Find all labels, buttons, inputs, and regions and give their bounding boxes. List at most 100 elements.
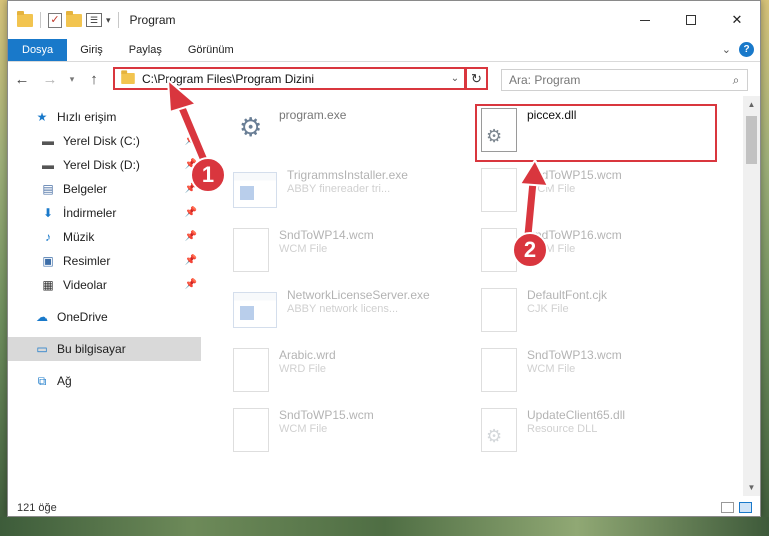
address-dropdown-chevron-icon[interactable]: ⌄	[446, 73, 464, 84]
pin-icon[interactable]: 📌	[185, 135, 197, 146]
window-controls: ✕	[622, 1, 760, 39]
file-tile[interactable]: SndToWP15.wcm WCM File	[461, 162, 699, 222]
large-icons-view-icon[interactable]	[739, 502, 752, 513]
tab-file[interactable]: Dosya	[8, 39, 68, 61]
address-path[interactable]: C:\Program Files\Program Dizini	[142, 72, 446, 86]
scroll-thumb[interactable]	[746, 116, 757, 164]
file-type: WCM File	[527, 363, 576, 375]
address-bar[interactable]: C:\Program Files\Program Dizini ⌄	[113, 67, 466, 90]
file-tile[interactable]: TrigrammsInstaller.exe ABBY finereader tr…	[213, 162, 451, 222]
dll-file-icon	[481, 408, 517, 452]
file-tile[interactable]: SndToWP16.wcm WCM File	[461, 222, 699, 282]
sidebar-item-label: Videolar	[63, 278, 107, 292]
folder-icon	[17, 10, 33, 27]
file-type: CJK File	[527, 303, 569, 315]
vertical-scrollbar[interactable]: ▲ ▼	[743, 96, 760, 496]
file-list: program.exe piccex.dll TrigrammsInstalle…	[213, 96, 743, 496]
sidebar-item-quick-access[interactable]: ★ Hızlı erişim	[8, 105, 201, 129]
sidebar-item-local-disk-d[interactable]: ▬ Yerel Disk (D:) 📌	[8, 153, 201, 177]
address-row: ← → ▾ ↑ C:\Program Files\Program Dizini …	[8, 62, 760, 96]
sidebar-item-downloads[interactable]: ⬇ İndirmeler 📌	[8, 201, 201, 225]
file-icon	[481, 348, 517, 392]
file-tile[interactable]: SndToWP14.wcm WCM File	[213, 222, 451, 282]
download-icon: ⬇	[42, 206, 54, 220]
refresh-button[interactable]: ↻	[466, 67, 488, 90]
pictures-icon: ▣	[42, 254, 54, 268]
desktop-background	[0, 517, 769, 536]
help-icon[interactable]: ?	[739, 42, 754, 57]
folder-icon	[121, 70, 135, 85]
file-name: UpdateClient65.dll	[527, 408, 626, 422]
file-type: Resource DLL	[527, 423, 598, 435]
sidebar-item-label: Bu bilgisayar	[57, 342, 126, 356]
file-name: Arabic.wrd	[279, 348, 336, 362]
sidebar-item-documents[interactable]: ▤ Belgeler 📌	[8, 177, 201, 201]
sidebar-item-videos[interactable]: ▦ Videolar 📌	[8, 273, 201, 297]
file-name: program.exe	[279, 108, 347, 122]
file-tile[interactable]: SndToWP15.wcm WCM File	[213, 402, 451, 462]
pin-icon[interactable]: 📌	[185, 207, 197, 218]
sidebar-item-label: OneDrive	[57, 310, 108, 324]
toolbar-separator	[117, 12, 119, 28]
file-name: TrigrammsInstaller.exe	[287, 168, 408, 182]
properties-icon[interactable]: ☰	[86, 13, 102, 27]
file-tile[interactable]: program.exe	[213, 102, 451, 162]
callout-badge-1: 1	[190, 157, 226, 193]
up-button[interactable]: ↑	[80, 71, 108, 88]
tab-share[interactable]: Paylaş	[116, 39, 175, 61]
sidebar-item-label: İndirmeler	[63, 206, 117, 220]
back-button[interactable]: ←	[8, 71, 36, 88]
file-type: WCM File	[279, 423, 328, 435]
file-tile[interactable]: DefaultFont.cjk CJK File	[461, 282, 699, 342]
sidebar-item-network[interactable]: ⧉ Ağ	[8, 369, 201, 393]
file-tile[interactable]: SndToWP13.wcm WCM File	[461, 342, 699, 402]
explorer-window: ✓ ☰ ▾ Program ✕ Dosya Giriş Paylaş Görün…	[7, 0, 761, 517]
sidebar-item-local-disk-c[interactable]: ▬ Yerel Disk (C:) 📌	[8, 129, 201, 153]
pin-icon[interactable]: 📌	[185, 231, 197, 242]
maximize-button[interactable]	[668, 1, 714, 39]
item-count: 121 öğe	[17, 502, 57, 514]
recent-locations-chevron-icon[interactable]: ▾	[64, 74, 80, 85]
sidebar-item-label: Yerel Disk (D:)	[63, 158, 140, 172]
new-folder-icon[interactable]	[66, 10, 82, 27]
video-icon: ▦	[42, 278, 54, 292]
tab-home[interactable]: Giriş	[67, 39, 116, 61]
file-name: DefaultFont.cjk	[527, 288, 608, 302]
callout-badge-2: 2	[512, 232, 548, 268]
close-button[interactable]: ✕	[714, 1, 760, 39]
sidebar-item-this-pc[interactable]: ▭ Bu bilgisayar	[8, 337, 201, 361]
sidebar-item-label: Resimler	[63, 254, 111, 268]
sidebar-item-pictures[interactable]: ▣ Resimler 📌	[8, 249, 201, 273]
properties-check-icon[interactable]: ✓	[48, 12, 62, 28]
customize-qat-chevron-icon[interactable]: ▾	[106, 15, 111, 26]
sidebar-item-label: Hızlı erişim	[57, 110, 117, 124]
application-icon	[233, 172, 277, 208]
search-icon[interactable]: ⌕	[725, 73, 747, 88]
maximize-icon	[686, 15, 696, 25]
file-tile[interactable]: Arabic.wrd WRD File	[213, 342, 451, 402]
scroll-up-icon[interactable]: ▲	[743, 96, 760, 113]
sidebar-item-music[interactable]: ♪ Müzik 📌	[8, 225, 201, 249]
minimize-button[interactable]	[622, 1, 668, 39]
pin-icon[interactable]: 📌	[185, 279, 197, 290]
search-input[interactable]: Ara: Program	[509, 73, 725, 87]
file-tile[interactable]: UpdateClient65.dllResource DLL	[461, 402, 699, 462]
program-exe-icon	[233, 108, 269, 152]
details-view-icon[interactable]	[721, 502, 734, 513]
sidebar-item-onedrive[interactable]: ☁ OneDrive	[8, 305, 201, 329]
expand-ribbon-chevron-icon[interactable]: ⌄	[722, 43, 731, 56]
scroll-down-icon[interactable]: ▼	[743, 479, 760, 496]
tab-view[interactable]: Görünüm	[175, 39, 247, 61]
pin-icon[interactable]: 📌	[185, 255, 197, 266]
file-type: WCM File	[527, 183, 576, 195]
computer-icon: ▭	[36, 342, 48, 356]
forward-button[interactable]: →	[36, 71, 64, 88]
body-area: ★ Hızlı erişim ▬ Yerel Disk (C:) 📌 ▬ Yer…	[8, 96, 760, 496]
search-box[interactable]: Ara: Program ⌕	[501, 69, 748, 91]
drive-icon: ▬	[42, 134, 54, 148]
file-tile[interactable]: NetworkLicenseServer.exe ABBY network lic…	[213, 282, 451, 342]
window-title: Program	[129, 13, 176, 27]
